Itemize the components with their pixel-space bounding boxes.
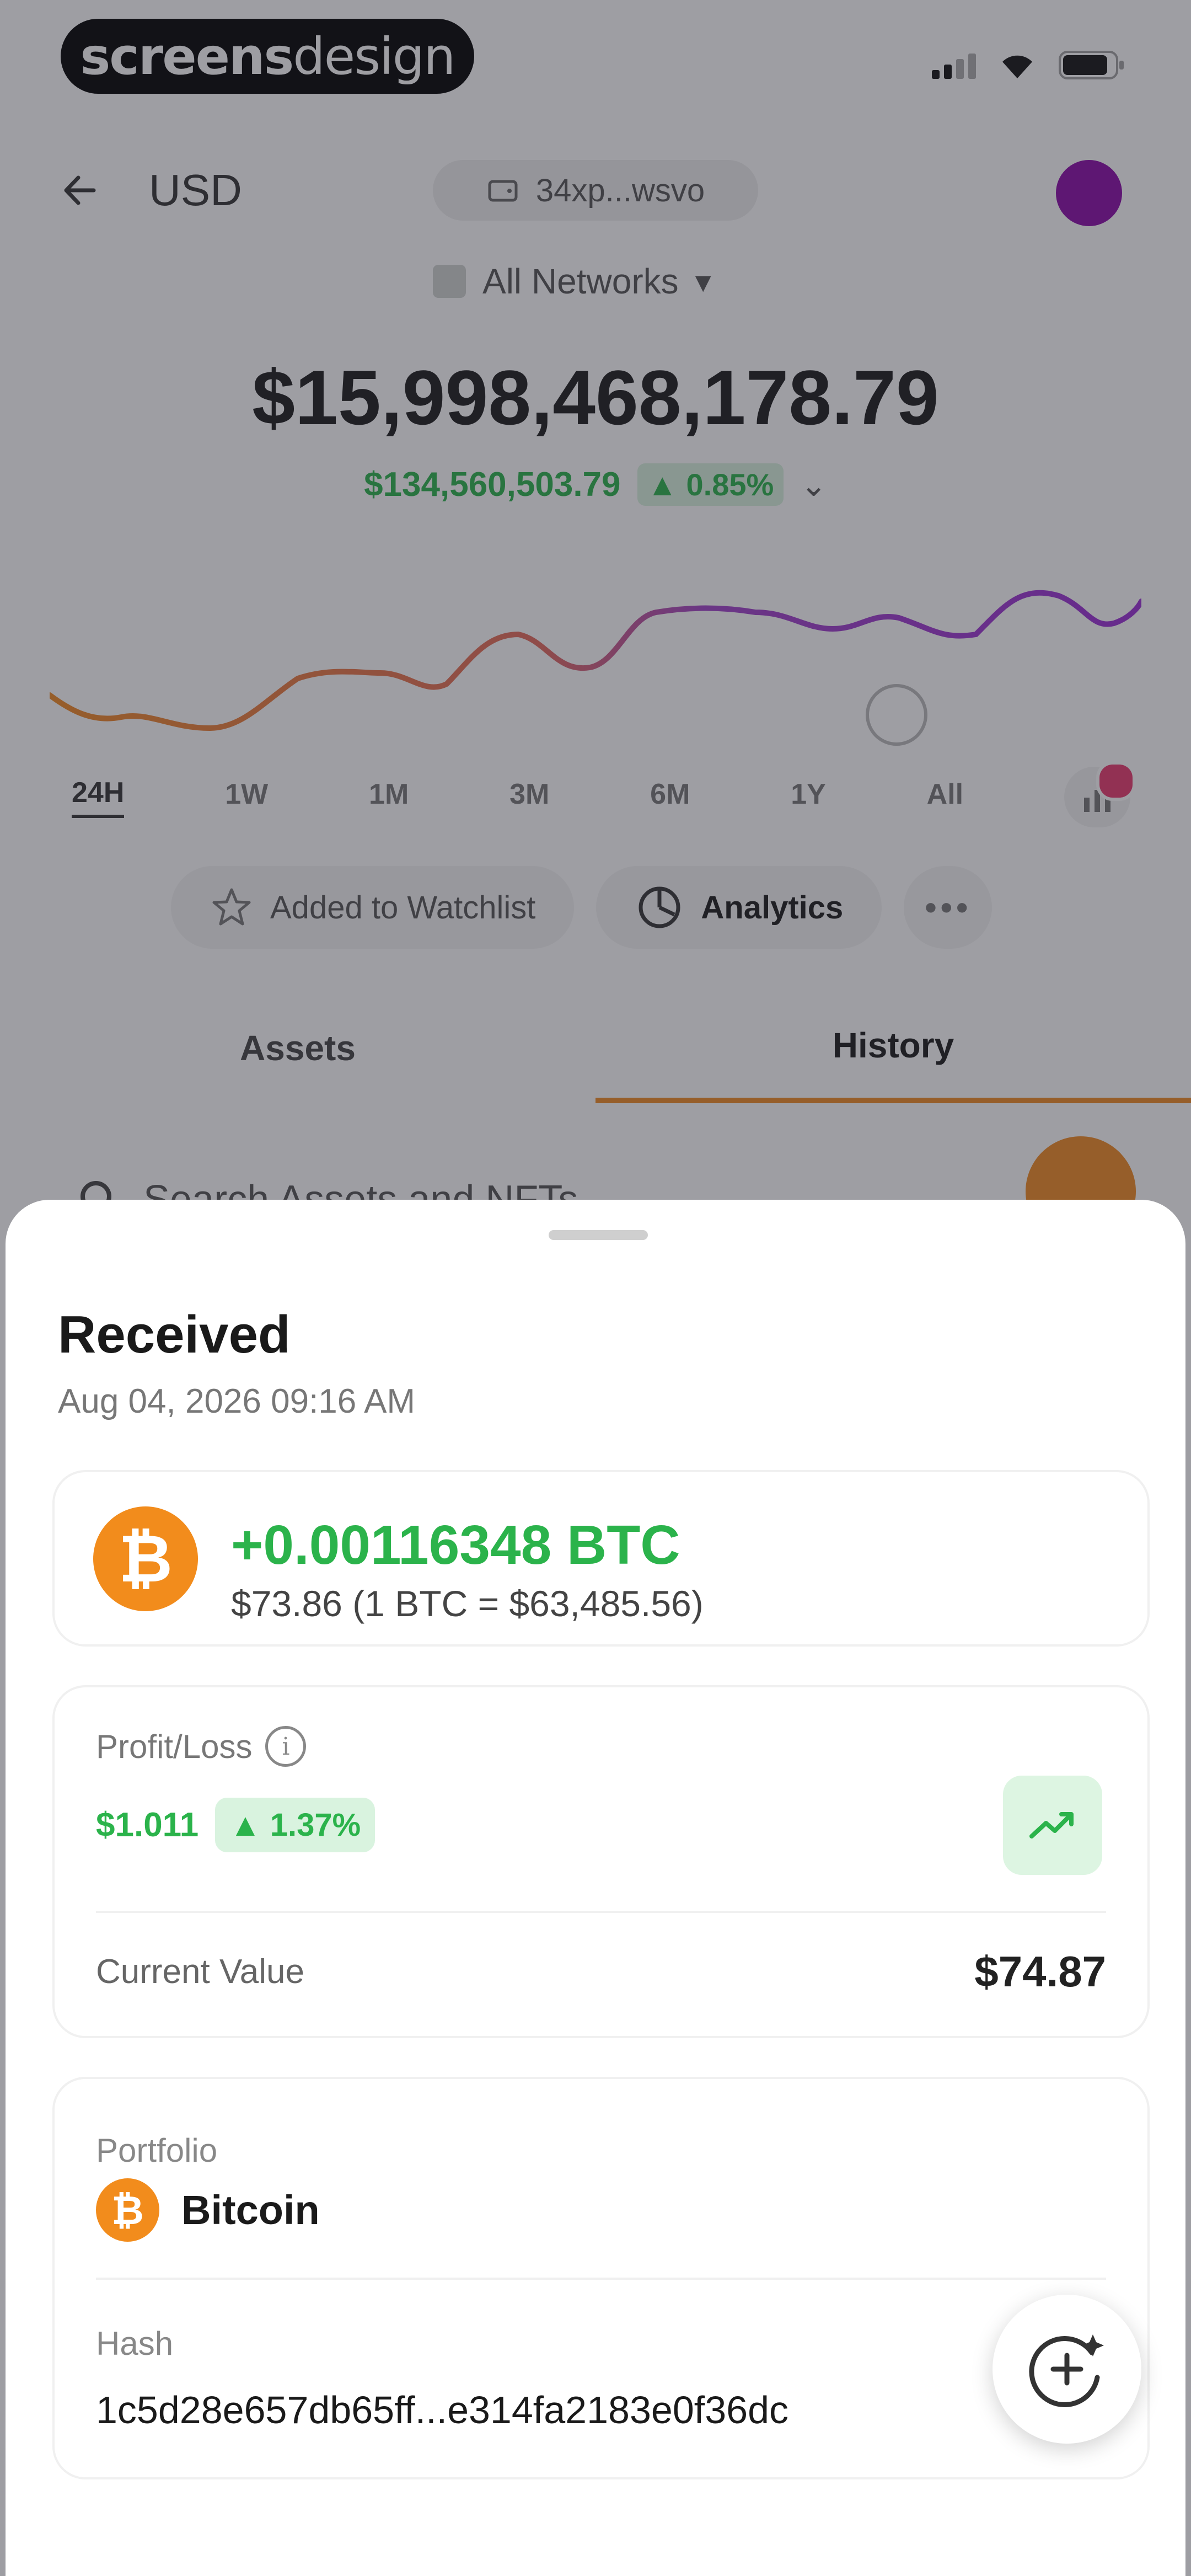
transaction-date: Aug 04, 2026 09:16 AM xyxy=(58,1382,416,1420)
profit-loss-label: Profit/Loss xyxy=(96,1728,253,1765)
current-value: $74.87 xyxy=(974,1947,1106,1996)
profit-loss-percent: ▲ 1.37% xyxy=(215,1798,375,1852)
fiat-amount: $73.86 (1 BTC = $63,485.56) xyxy=(231,1583,704,1624)
profit-loss-value: $1.011 xyxy=(96,1806,199,1844)
hash-value[interactable]: 1c5d28e657db65ff...e314fa2183e0f36dc xyxy=(96,2388,788,2432)
portfolio-row[interactable]: ₿ Bitcoin xyxy=(96,2178,320,2242)
received-amount: +0.00116348 BTC xyxy=(231,1514,680,1576)
divider xyxy=(96,1911,1106,1913)
info-icon[interactable]: i xyxy=(265,1726,307,1767)
details-card: Portfolio ₿ Bitcoin Hash 1c5d28e657db65f… xyxy=(52,2077,1150,2479)
profit-loss-values: $1.011 ▲ 1.37% xyxy=(96,1798,375,1852)
profit-loss-label-row: Profit/Loss i xyxy=(96,1726,307,1767)
portfolio-label: Portfolio xyxy=(96,2132,218,2169)
trend-button[interactable] xyxy=(1003,1776,1102,1875)
sheet-drag-handle[interactable] xyxy=(549,1230,648,1240)
hash-label: Hash xyxy=(96,2325,174,2362)
sheet-title: Received xyxy=(58,1305,291,1364)
sparkle-add-icon xyxy=(1029,2334,1104,2408)
amount-card: ₿ +0.00116348 BTC $73.86 (1 BTC = $63,48… xyxy=(52,1470,1150,1647)
divider xyxy=(96,2278,1106,2280)
profit-loss-card: Profit/Loss i $1.011 ▲ 1.37% Current Val… xyxy=(52,1685,1150,2038)
bitcoin-icon: ₿ xyxy=(93,1506,198,1611)
ai-assistant-button[interactable] xyxy=(993,2295,1141,2444)
bitcoin-icon: ₿ xyxy=(96,2178,159,2242)
current-value-label: Current Value xyxy=(96,1953,304,1991)
portfolio-name: Bitcoin xyxy=(181,2187,320,2233)
trend-up-icon xyxy=(1029,1812,1074,1839)
